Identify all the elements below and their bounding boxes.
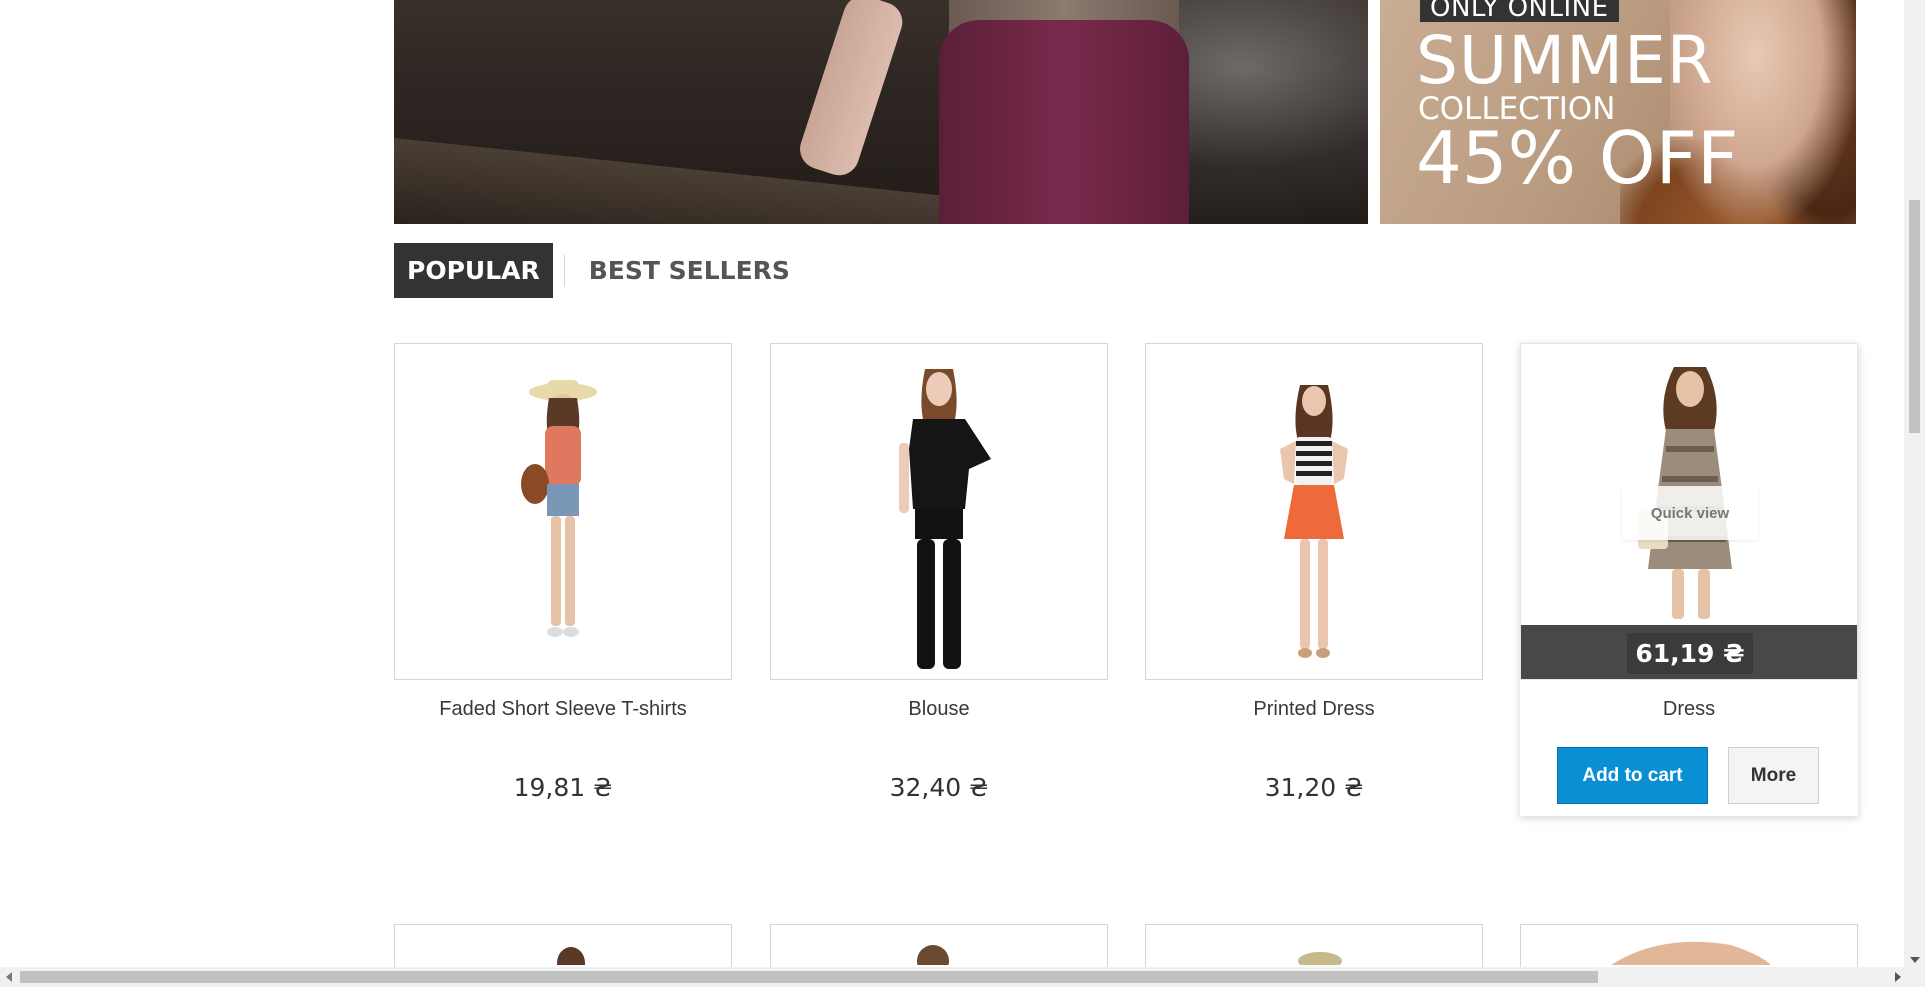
product-image[interactable] <box>394 343 732 680</box>
promo-banner[interactable]: ONLY ONLINE SUMMER COLLECTION 45% OFF <box>1380 0 1856 224</box>
product-price: 19,81 ₴ <box>513 773 613 802</box>
scroll-right-arrow-icon[interactable] <box>1895 972 1901 982</box>
vertical-scrollbar[interactable] <box>1904 0 1925 967</box>
product-card[interactable]: Printed Dress 31,20 ₴ <box>1145 343 1483 816</box>
product-photo-partial <box>1611 941 1771 965</box>
horizontal-scrollbar[interactable] <box>0 967 1925 987</box>
page-viewport: ONLY ONLINE SUMMER COLLECTION 45% OFF PO… <box>0 0 1925 987</box>
tab-popular[interactable]: POPULAR <box>394 243 553 298</box>
product-price-overlay: 61,19 ₴ <box>1521 625 1857 679</box>
product-tabs: POPULAR BEST SELLERS <box>394 243 803 298</box>
product-card[interactable]: Faded Short Sleeve T-shirts 19,81 ₴ <box>394 343 732 816</box>
scroll-down-arrow-icon[interactable] <box>1910 957 1920 963</box>
product-photo-model <box>899 369 991 669</box>
more-button[interactable]: More <box>1728 747 1819 804</box>
promo-discount: 45% OFF <box>1416 116 1739 200</box>
tab-divider <box>563 254 565 287</box>
product-photo-model <box>521 380 597 637</box>
product-price: 61,19 ₴ <box>1627 632 1753 674</box>
tab-best-sellers[interactable]: BEST SELLERS <box>576 243 803 298</box>
vertical-scroll-thumb[interactable] <box>1909 200 1920 433</box>
product-actions: Add to cart More <box>1557 747 1819 804</box>
product-name[interactable]: Dress <box>1520 698 1858 721</box>
product-photo-partial <box>557 947 585 979</box>
product-image[interactable]: Quick view 61,19 ₴ <box>1520 343 1858 680</box>
slider-model-arm <box>794 0 908 181</box>
slider-plank-decoration <box>394 138 954 224</box>
product-photo-model <box>1280 385 1348 658</box>
promo-tag: ONLY ONLINE <box>1420 0 1619 22</box>
scroll-left-arrow-icon[interactable] <box>6 972 12 982</box>
quick-view-button[interactable]: Quick view <box>1622 486 1758 540</box>
product-photo-partial <box>917 945 949 977</box>
product-price: 31,20 ₴ <box>1264 773 1364 802</box>
product-name[interactable]: Printed Dress <box>1145 698 1483 721</box>
product-card[interactable]: Blouse 32,40 ₴ <box>770 343 1108 816</box>
home-slider[interactable] <box>394 0 1368 224</box>
promo-headline: SUMMER <box>1416 22 1714 99</box>
product-name[interactable]: Blouse <box>770 698 1108 721</box>
product-image[interactable] <box>770 343 1108 680</box>
horizontal-scroll-thumb[interactable] <box>20 971 1598 983</box>
product-photo-partial <box>1298 952 1342 970</box>
product-name[interactable]: Faded Short Sleeve T-shirts <box>394 698 732 721</box>
product-image[interactable] <box>1145 343 1483 680</box>
add-to-cart-button[interactable]: Add to cart <box>1557 747 1708 804</box>
slider-model-skirt <box>939 20 1189 224</box>
product-price: 32,40 ₴ <box>889 773 989 802</box>
product-card-hovered[interactable]: Quick view 61,19 ₴ Dress Add to cart Mor… <box>1520 343 1858 816</box>
